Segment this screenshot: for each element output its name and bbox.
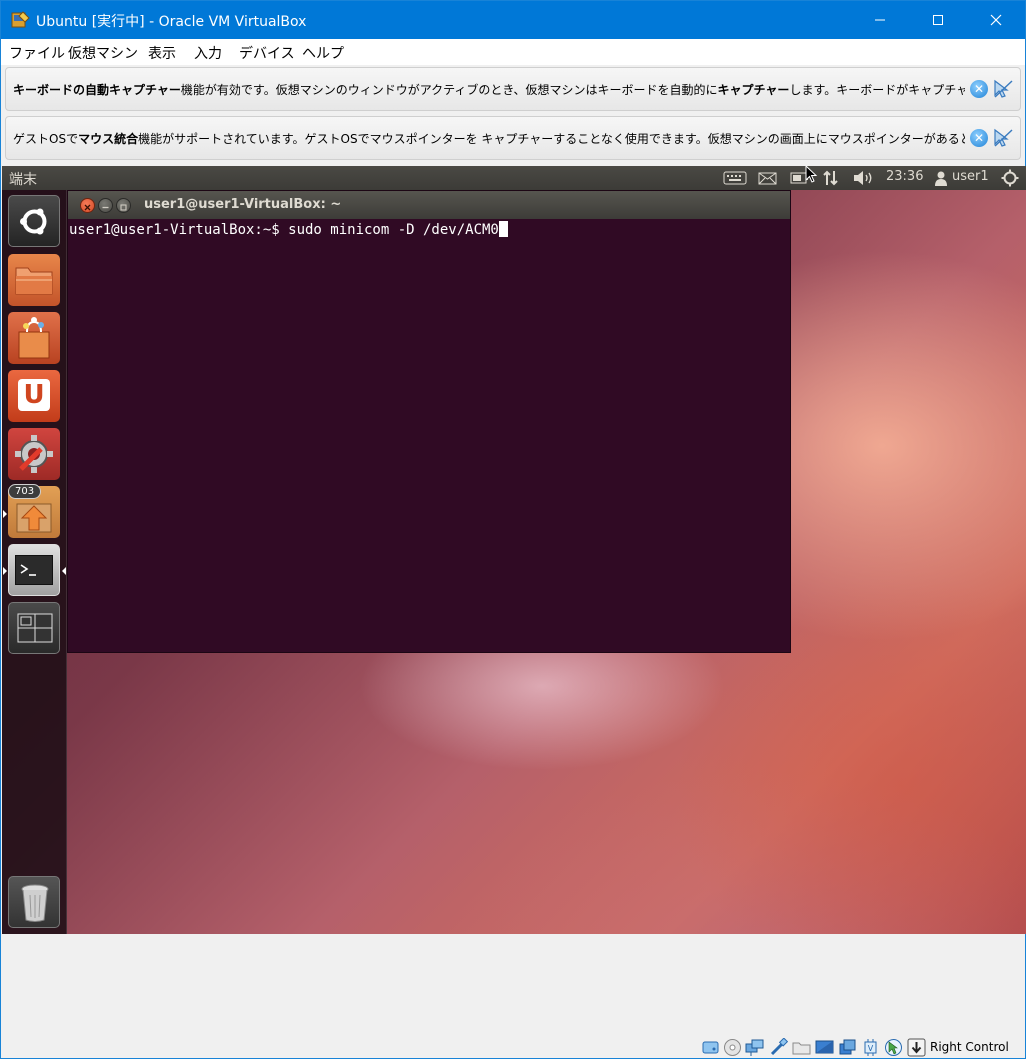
terminal-icon: [15, 555, 53, 585]
running-indicator: [3, 510, 7, 518]
menu-machine[interactable]: 仮想マシン: [68, 43, 138, 63]
running-indicator: [3, 567, 7, 575]
mail-icon[interactable]: [758, 172, 777, 185]
keyboard-icon[interactable]: [723, 171, 747, 185]
status-bar: V Right Control: [1, 1035, 1025, 1059]
update-count-badge: 703: [8, 484, 42, 499]
host-key-arrow-icon[interactable]: [907, 1038, 926, 1057]
menu-help[interactable]: ヘルプ: [302, 43, 344, 63]
folder-icon: [15, 267, 53, 295]
workspace-switcher-icon: [17, 613, 53, 643]
mouse-integration-icon[interactable]: [992, 127, 1014, 149]
virtualbox-window: Ubuntu [実行中] - Oracle VM VirtualBox ファイル…: [0, 0, 1026, 1059]
ubuntu-logo-icon: [20, 208, 47, 235]
menu-view[interactable]: 表示: [148, 43, 176, 63]
title-bar[interactable]: Ubuntu [実行中] - Oracle VM VirtualBox: [1, 1, 1025, 39]
terminal-title-bar[interactable]: user1@user1-VirtualBox: ~: [68, 191, 790, 219]
launcher-ubuntu-one-button[interactable]: U: [8, 370, 60, 422]
active-app-title: 端末: [9, 172, 37, 188]
settings-gear-icon: [15, 435, 53, 473]
vm-display[interactable]: 端末 23:36 user1 U 703 user1@user1-Virtual…: [2, 166, 1026, 934]
menu-bar: ファイル 仮想マシン 表示 入力 デバイス ヘルプ: [1, 39, 1025, 65]
cpu-icon[interactable]: V: [861, 1038, 880, 1057]
hard-disk-icon[interactable]: [701, 1038, 720, 1057]
maximize-button[interactable]: [909, 1, 967, 39]
trash-icon: [21, 884, 49, 922]
minimize-icon: [875, 19, 885, 21]
notice-close-icon[interactable]: ✕: [970, 129, 988, 147]
terminal-minimize-icon[interactable]: [98, 198, 113, 213]
ubuntu-top-panel: 端末 23:36 user1: [2, 166, 1026, 190]
close-icon: [990, 14, 1002, 26]
launcher-trash-button[interactable]: [8, 876, 60, 928]
svg-text:V: V: [868, 1044, 874, 1053]
unity-launcher: U 703: [2, 190, 67, 934]
mouse-integration-notice: ゲストOSでマウス統合機能がサポートされています。ゲストOSでマウスポインターを…: [5, 116, 1021, 160]
launcher-files-button[interactable]: [8, 254, 60, 306]
launcher-system-settings-button[interactable]: [8, 428, 60, 480]
shared-folders-icon[interactable]: [792, 1038, 811, 1057]
close-button[interactable]: [967, 1, 1025, 39]
notice-text: キーボードの自動キャプチャー機能が有効です。仮想マシンのウィンドウがアクティブの…: [13, 83, 965, 97]
video-capture-icon[interactable]: [838, 1038, 857, 1057]
notice-text: ゲストOSでマウス統合機能がサポートされています。ゲストOSでマウスポインターを…: [13, 132, 965, 146]
terminal-cursor: [498, 221, 508, 237]
virtualbox-app-icon: [11, 11, 30, 28]
launcher-software-center-button[interactable]: [8, 312, 60, 364]
launcher-terminal-button[interactable]: [8, 544, 60, 596]
keyboard-capture-icon[interactable]: [992, 78, 1014, 100]
network-icon[interactable]: [822, 169, 840, 187]
host-key-label: Right Control: [930, 1040, 1009, 1054]
user-name[interactable]: user1: [952, 169, 989, 184]
window-title: Ubuntu [実行中] - Oracle VM VirtualBox: [36, 14, 307, 30]
menu-file[interactable]: ファイル: [9, 43, 65, 63]
network-adapter-icon[interactable]: [745, 1038, 764, 1057]
optical-drive-icon[interactable]: [723, 1038, 742, 1057]
shopping-bag-icon: [18, 317, 50, 359]
terminal-window[interactable]: user1@user1-VirtualBox: ~ user1@user1-Vi…: [67, 190, 791, 653]
volume-icon[interactable]: [853, 170, 875, 186]
menu-input[interactable]: 入力: [194, 43, 222, 63]
keyboard-capture-notice: キーボードの自動キャプチャー機能が有効です。仮想マシンのウィンドウがアクティブの…: [5, 67, 1021, 111]
maximize-icon: [933, 15, 943, 25]
terminal-content[interactable]: user1@user1-VirtualBox:~$ sudo minicom -…: [69, 221, 508, 238]
usb-icon[interactable]: [769, 1038, 788, 1057]
clock[interactable]: 23:36: [886, 169, 923, 184]
mouse-pointer-icon: [805, 166, 818, 183]
terminal-command-line: user1@user1-VirtualBox:~$ sudo minicom -…: [69, 222, 499, 238]
user-icon: [935, 171, 947, 186]
launcher-workspace-switcher-button[interactable]: [8, 602, 60, 654]
display-icon[interactable]: [815, 1038, 834, 1057]
launcher-update-manager-button[interactable]: 703: [8, 484, 60, 538]
minimize-button[interactable]: [851, 1, 909, 39]
package-upload-icon: [16, 503, 52, 533]
terminal-close-icon[interactable]: [80, 198, 95, 213]
ubuntu-one-icon: U: [18, 379, 50, 411]
mouse-integration-status-icon[interactable]: [884, 1038, 903, 1057]
terminal-maximize-icon[interactable]: [116, 198, 131, 213]
menu-devices[interactable]: デバイス: [239, 43, 295, 63]
power-gear-icon[interactable]: [1001, 169, 1019, 187]
active-indicator: [62, 567, 66, 575]
launcher-dash-button[interactable]: [8, 195, 60, 247]
terminal-title: user1@user1-VirtualBox: ~: [144, 197, 342, 212]
notice-close-icon[interactable]: ✕: [970, 80, 988, 98]
